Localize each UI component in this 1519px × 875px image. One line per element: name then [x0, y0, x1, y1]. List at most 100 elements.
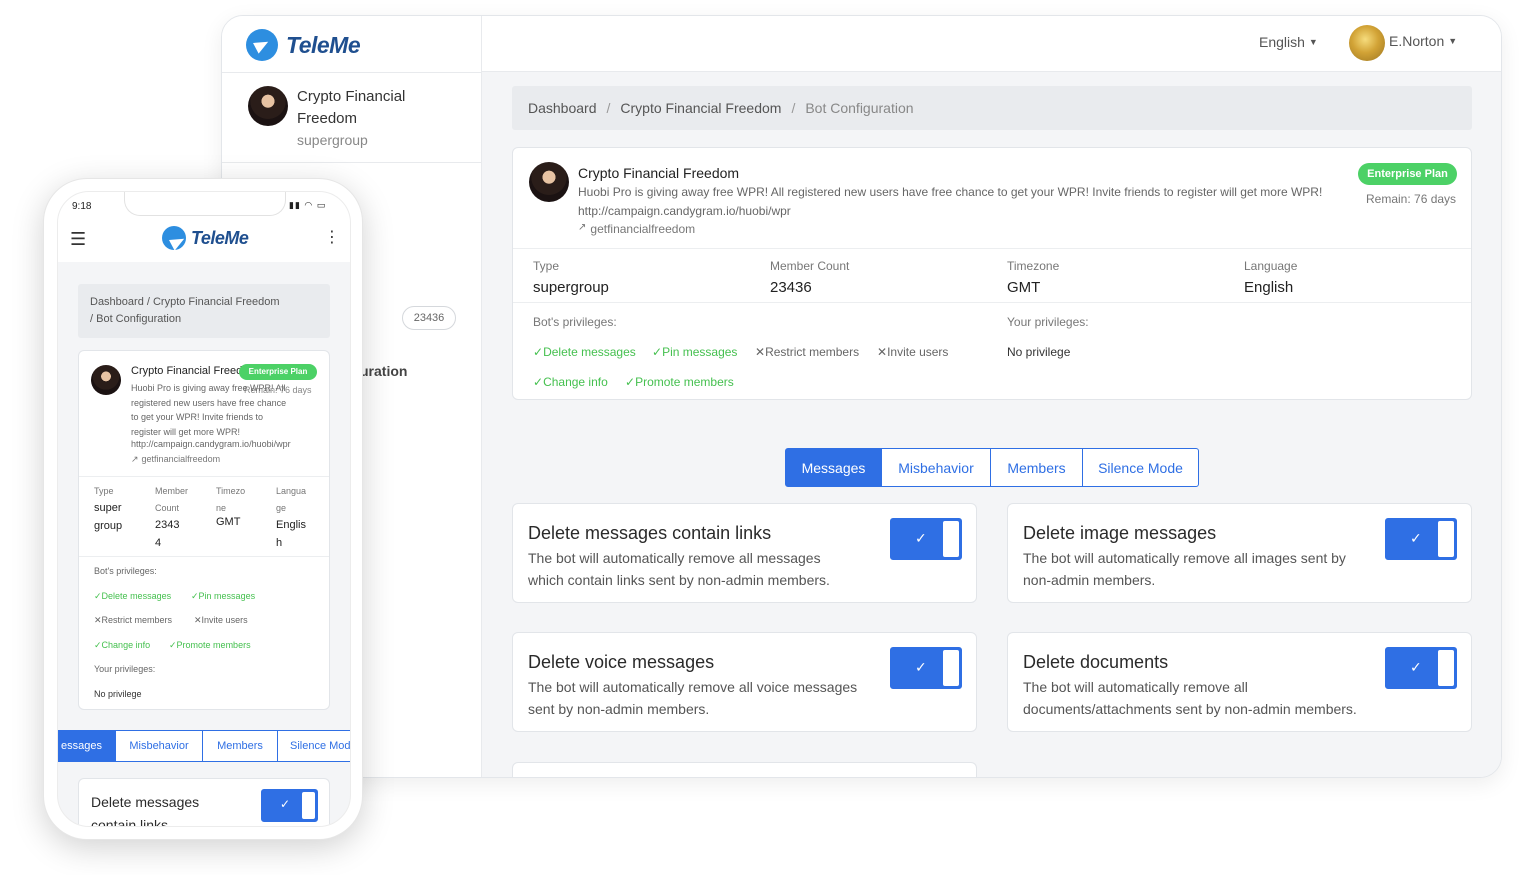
stat-value: Englis h [276, 516, 306, 552]
language-selector[interactable]: English ▼ [1259, 34, 1318, 50]
stat-value-line: group [94, 520, 123, 532]
breadcrumb-line[interactable]: / Bot Configuration [90, 311, 318, 328]
group-handle[interactable]: ↗ getfinancialfreedom [578, 222, 695, 236]
setting-description: sent by non-admin members. [528, 701, 710, 717]
setting-title-line: contain links [91, 817, 169, 827]
stat-label: Type [94, 483, 114, 500]
stat-language-value: English [1244, 279, 1294, 296]
privilege-label: Delete messages [101, 591, 172, 601]
bot-privileges-label: Bot's privileges: [94, 566, 157, 576]
stat-value-line: h [276, 537, 283, 549]
stat-label: Langua ge [276, 483, 306, 517]
bot-privileges-label: Bot's privileges: [533, 315, 617, 329]
breadcrumb-group[interactable]: Crypto Financial Freedom [620, 100, 781, 116]
setting-card: Delete documents The bot will automatica… [1007, 632, 1472, 732]
phone-mockup: 9:18 ▮▮ ◠ ▭ ☰ TeleMe ⋮ Dashboard / Crypt… [43, 178, 363, 840]
sidebar-group-name-line2: Freedom [297, 110, 358, 127]
setting-description: The bot will automatically remove all [1023, 679, 1248, 695]
setting-toggle[interactable]: ✓ [261, 789, 318, 822]
toggle-knob [302, 792, 315, 819]
tab-messages[interactable]: Messages [785, 448, 882, 487]
toggle-knob [1438, 521, 1454, 557]
tab-members[interactable]: Members [202, 730, 278, 762]
kebab-menu-icon[interactable]: ⋮ [324, 227, 340, 247]
group-description: Huobi Pro is giving away free WPR! All r… [578, 185, 1323, 199]
phone-notch [124, 192, 286, 216]
setting-card: Delete messages contain links The bot wi… [512, 503, 977, 603]
phone-screen: 9:18 ▮▮ ◠ ▭ ☰ TeleMe ⋮ Dashboard / Crypt… [57, 191, 351, 827]
stat-value-line: super [94, 502, 122, 514]
group-link[interactable]: http://campaign.candygram.io/huobi/wpr [578, 204, 791, 218]
main-content: Dashboard / Crypto Financial Freedom / B… [482, 72, 1501, 777]
plan-badge: Enterprise Plan [1358, 163, 1457, 185]
sidebar-group-name-line1: Crypto Financial [297, 88, 406, 105]
privilege-item: ✕Invite users [194, 615, 248, 626]
stat-label-line: Count [155, 503, 180, 513]
tab-silence-mode[interactable]: Silence Mod [277, 730, 350, 762]
plan-remaining: Remain: 76 days [1366, 192, 1457, 206]
app-logo[interactable]: TeleMe [246, 29, 361, 61]
privilege-item: ✓Delete messages [94, 591, 171, 602]
caret-down-icon: ▼ [1308, 37, 1318, 47]
setting-toggle[interactable]: ✓ [890, 518, 962, 560]
phone-group-card: Crypto Financial Freedom Enterprise Plan… [78, 350, 330, 710]
stat-timezone-value: GMT [1007, 279, 1041, 296]
stat-label: Timezo ne [216, 483, 245, 517]
sidebar-item-bot-configuration[interactable]: uration [360, 363, 407, 379]
setting-title: Delete voice messages [528, 652, 715, 672]
setting-toggle[interactable]: ✓ [1385, 518, 1457, 560]
privilege-label: Change info [543, 375, 608, 389]
tab-members[interactable]: Members [990, 448, 1083, 487]
setting-toggle[interactable]: ✓ [890, 647, 962, 689]
privilege-label: Invite users [201, 615, 248, 625]
breadcrumb-line[interactable]: Dashboard / Crypto Financial Freedom [90, 294, 318, 311]
check-icon: ✓ [652, 345, 663, 359]
description-line: registered new users have free chance [131, 397, 287, 408]
stat-label-line: ge [276, 503, 287, 513]
group-link[interactable]: http://campaign.candygram.io/huobi/wpr [131, 439, 291, 449]
stat-language-label: Language [1244, 259, 1298, 273]
tab-misbehavior[interactable]: Misbehavior [115, 730, 203, 762]
divider [222, 162, 482, 163]
stat-label-line: Langua [276, 486, 307, 496]
privilege-label: Restrict members [765, 345, 860, 359]
user-avatar[interactable] [1349, 25, 1385, 61]
tab-bar: Messages Misbehavior Members Silence Mod… [785, 448, 1199, 487]
privilege-item: ✓Pin messages [652, 345, 737, 359]
check-icon: ✓ [191, 591, 199, 601]
group-description: Huobi Pro is giving away free WPR! All r… [131, 381, 286, 439]
breadcrumb-dashboard[interactable]: Dashboard [528, 100, 597, 116]
setting-card: Delete voice messages The bot will autom… [512, 632, 977, 732]
setting-description: The bot will automatically remove all vo… [528, 679, 858, 695]
tab-misbehavior[interactable]: Misbehavior [881, 448, 991, 487]
stat-label-line: ne [216, 503, 227, 513]
breadcrumb-separator: / [606, 100, 611, 116]
group-handle-text: getfinancialfreedom [590, 222, 696, 236]
privilege-label: Restrict members [101, 615, 173, 625]
hamburger-menu-icon[interactable]: ☰ [70, 229, 86, 250]
sidebar-group-name[interactable]: Crypto Financial Freedom [297, 86, 405, 130]
group-handle-text: getfinancialfreedom [141, 454, 221, 464]
privilege-label: Promote members [635, 375, 734, 389]
stat-label-line: Member [155, 486, 189, 496]
tab-messages[interactable]: essages [58, 730, 116, 762]
privilege-label: Change info [101, 640, 151, 650]
privilege-item: ✕Invite users [877, 345, 948, 359]
privilege-label: Pin messages [198, 591, 256, 601]
user-menu[interactable]: E.Norton ▼ [1389, 33, 1457, 49]
description-line: register will get more WPR! [131, 426, 241, 437]
check-icon: ✓ [533, 345, 544, 359]
setting-card-partial [512, 762, 977, 777]
external-link-icon: ↗ [131, 454, 139, 464]
check-icon: ✓ [533, 375, 544, 389]
group-handle[interactable]: ↗ getfinancialfreedom [131, 454, 220, 465]
tab-silence-mode[interactable]: Silence Mode [1082, 448, 1199, 487]
setting-toggle[interactable]: ✓ [1385, 647, 1457, 689]
app-logo[interactable]: TeleMe [162, 226, 249, 250]
divider [222, 72, 482, 73]
privilege-item: ✓Change info [533, 375, 608, 389]
group-avatar [248, 86, 288, 126]
privilege-item: ✕Restrict members [755, 345, 859, 359]
toggle-knob [943, 650, 959, 686]
privilege-label: Promote members [176, 640, 251, 650]
